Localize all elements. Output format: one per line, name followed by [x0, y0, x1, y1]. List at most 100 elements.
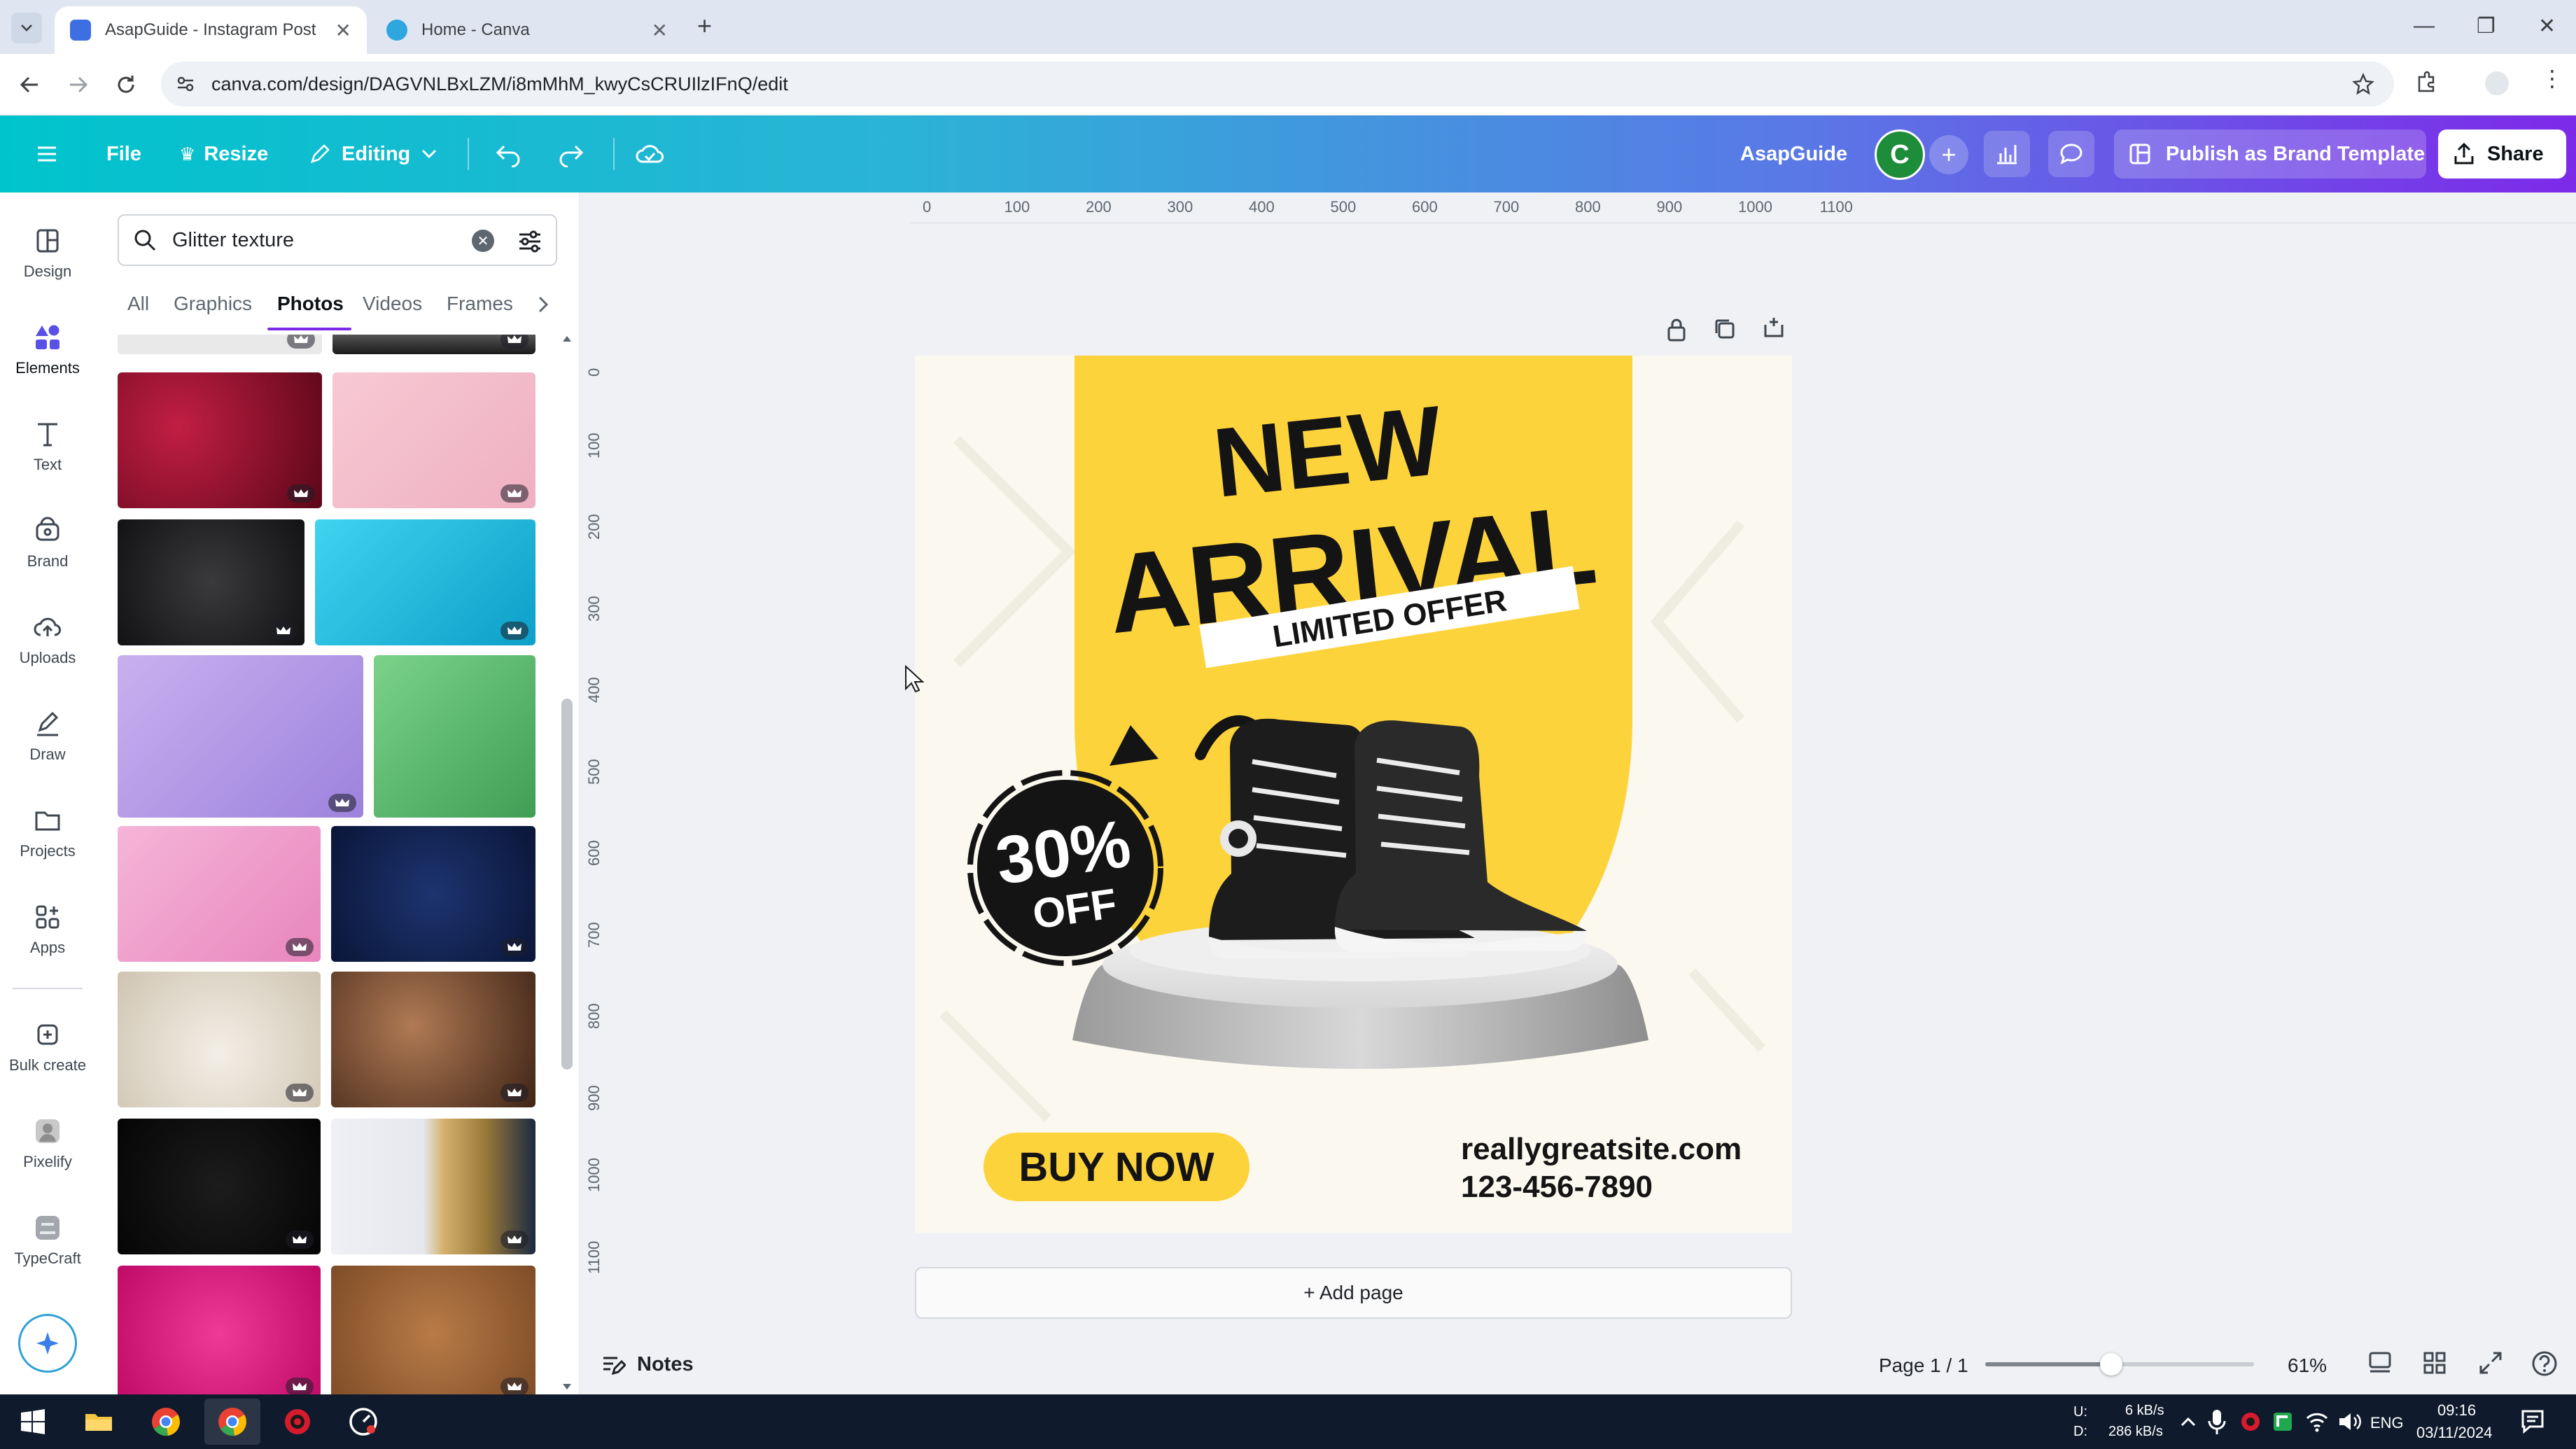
zoom-slider-handle[interactable]	[2100, 1353, 2123, 1376]
editing-mode-button[interactable]: Editing	[308, 115, 438, 192]
file-explorer-icon[interactable]	[81, 1404, 116, 1439]
photo-thumb[interactable]	[118, 372, 322, 508]
site-settings-icon[interactable]	[175, 74, 196, 94]
clock-time[interactable]: 09:16	[2437, 1401, 2476, 1420]
magic-assistant-button[interactable]	[18, 1314, 77, 1373]
photo-thumb[interactable]	[331, 1266, 536, 1394]
photo-thumb[interactable]	[118, 826, 321, 962]
photo-thumb[interactable]	[374, 655, 536, 818]
bookmark-star-icon[interactable]	[2352, 73, 2374, 95]
restore-icon[interactable]: ❐	[2477, 14, 2496, 38]
photo-thumb[interactable]	[118, 1119, 321, 1254]
duplicate-icon[interactable]	[1712, 316, 1737, 342]
minimize-icon[interactable]: —	[2414, 14, 2435, 38]
tab-photos[interactable]: Photos	[277, 293, 344, 315]
tab-search-button[interactable]	[11, 13, 42, 43]
back-arrow-icon[interactable]	[17, 72, 42, 97]
rail-item-draw[interactable]: Draw	[0, 708, 95, 764]
comments-button[interactable]	[2048, 131, 2094, 177]
language-indicator[interactable]: ENG	[2370, 1414, 2404, 1432]
page-view-icon[interactable]	[2366, 1349, 2394, 1377]
close-tab-icon[interactable]: ✕	[335, 19, 351, 42]
publish-brand-template-button[interactable]: Publish as Brand Template	[2114, 130, 2426, 178]
extensions-icon[interactable]	[2414, 70, 2439, 95]
photo-thumb[interactable]	[118, 1266, 321, 1394]
url-field[interactable]: canva.com/design/DAGVNLBxLZM/i8mMhM_kwyC…	[161, 62, 2394, 106]
lock-icon[interactable]	[1665, 316, 1688, 343]
insights-button[interactable]	[1984, 131, 2030, 177]
photo-thumb[interactable]	[332, 335, 536, 354]
notes-button[interactable]: Notes	[601, 1349, 694, 1380]
close-tab-icon[interactable]: ✕	[652, 19, 668, 42]
photo-thumb[interactable]	[331, 826, 536, 962]
grid-view-icon[interactable]	[2421, 1349, 2449, 1377]
scroll-up-icon[interactable]	[563, 336, 571, 342]
page-indicator[interactable]: Page 1 / 1	[1879, 1354, 1968, 1377]
clock-date[interactable]: 03/11/2024	[2416, 1424, 2492, 1442]
photo-thumb[interactable]	[118, 335, 322, 354]
photo-thumb[interactable]	[332, 372, 536, 508]
search-input[interactable]: Glitter texture ✕	[118, 214, 557, 266]
scrollbar-thumb[interactable]	[561, 699, 573, 1070]
tab-videos[interactable]: Videos	[363, 293, 422, 315]
website-text[interactable]: reallygreatsite.com	[1461, 1132, 1742, 1166]
profile-avatar[interactable]	[2485, 71, 2509, 95]
forward-arrow-icon[interactable]	[66, 72, 91, 97]
tab-frames[interactable]: Frames	[447, 293, 513, 315]
windows-start-icon[interactable]	[15, 1404, 50, 1439]
photo-thumb[interactable]	[331, 972, 536, 1107]
add-collaborator-button[interactable]: +	[1929, 135, 1968, 174]
chevron-right-icon[interactable]	[535, 294, 552, 315]
photo-thumb[interactable]	[118, 655, 363, 818]
reload-icon[interactable]	[113, 72, 139, 97]
photo-thumb[interactable]	[331, 1119, 536, 1254]
speedometer-app-icon[interactable]	[346, 1404, 381, 1439]
user-avatar[interactable]: C	[1875, 130, 1925, 180]
share-button[interactable]: Share	[2438, 130, 2566, 178]
browser-menu-icon[interactable]: ⋮	[2541, 67, 2563, 90]
photo-thumb[interactable]	[118, 519, 304, 645]
file-menu-button[interactable]: File	[106, 115, 141, 192]
microphone-icon[interactable]	[2206, 1407, 2227, 1436]
tab-all[interactable]: All	[127, 293, 149, 315]
rail-item-bulk-create[interactable]: Bulk create	[0, 1018, 95, 1074]
chrome-icon[interactable]	[148, 1404, 183, 1439]
chevron-up-icon[interactable]	[2178, 1413, 2198, 1432]
resize-button[interactable]: ♛ Resize	[179, 115, 268, 192]
rail-item-text[interactable]: Text	[0, 418, 95, 474]
clear-search-icon[interactable]: ✕	[472, 230, 494, 252]
record-tray-icon[interactable]	[2239, 1410, 2262, 1434]
rail-item-pixelify[interactable]: Pixelify	[0, 1115, 95, 1171]
add-page-icon[interactable]	[1761, 315, 1786, 340]
team-name[interactable]: AsapGuide	[1740, 115, 1847, 192]
browser-tab[interactable]: Home - Canva ✕	[371, 6, 683, 54]
fullscreen-icon[interactable]	[2477, 1349, 2505, 1377]
new-tab-button[interactable]: +	[697, 11, 712, 41]
rail-item-brand[interactable]: Brand	[0, 514, 95, 570]
rail-item-uploads[interactable]: Uploads	[0, 611, 95, 667]
photo-thumb[interactable]	[315, 519, 536, 645]
tray-app-icon[interactable]	[2271, 1410, 2295, 1434]
discount-badge[interactable]: 30% OFF	[967, 770, 1163, 966]
tab-graphics[interactable]: Graphics	[174, 293, 252, 315]
browser-tab-active[interactable]: AsapGuide - Instagram Post ✕	[55, 6, 367, 54]
phone-text[interactable]: 123-456-7890	[1461, 1170, 1653, 1204]
rail-item-typecraft[interactable]: TypeCraft	[0, 1212, 95, 1268]
photo-thumb[interactable]	[118, 972, 321, 1107]
close-window-icon[interactable]: ✕	[2538, 14, 2556, 38]
screen-recorder-icon[interactable]	[280, 1404, 315, 1439]
hamburger-menu-icon[interactable]	[35, 142, 59, 166]
zoom-level[interactable]: 61%	[2288, 1354, 2327, 1377]
buy-now-text[interactable]: BUY NOW	[1018, 1144, 1214, 1190]
filter-sliders-icon[interactable]	[517, 228, 543, 255]
cloud-saved-icon[interactable]	[634, 139, 665, 167]
zoom-slider[interactable]	[1985, 1353, 2254, 1376]
rail-item-projects[interactable]: Projects	[0, 804, 95, 860]
add-page-button[interactable]: + Add page	[915, 1267, 1792, 1319]
volume-icon[interactable]	[2337, 1410, 2362, 1434]
undo-icon[interactable]	[494, 141, 522, 167]
wifi-icon[interactable]	[2304, 1410, 2330, 1434]
scroll-down-icon[interactable]	[563, 1384, 571, 1390]
chrome-icon[interactable]	[215, 1404, 250, 1439]
rail-item-design[interactable]: Design	[0, 225, 95, 281]
